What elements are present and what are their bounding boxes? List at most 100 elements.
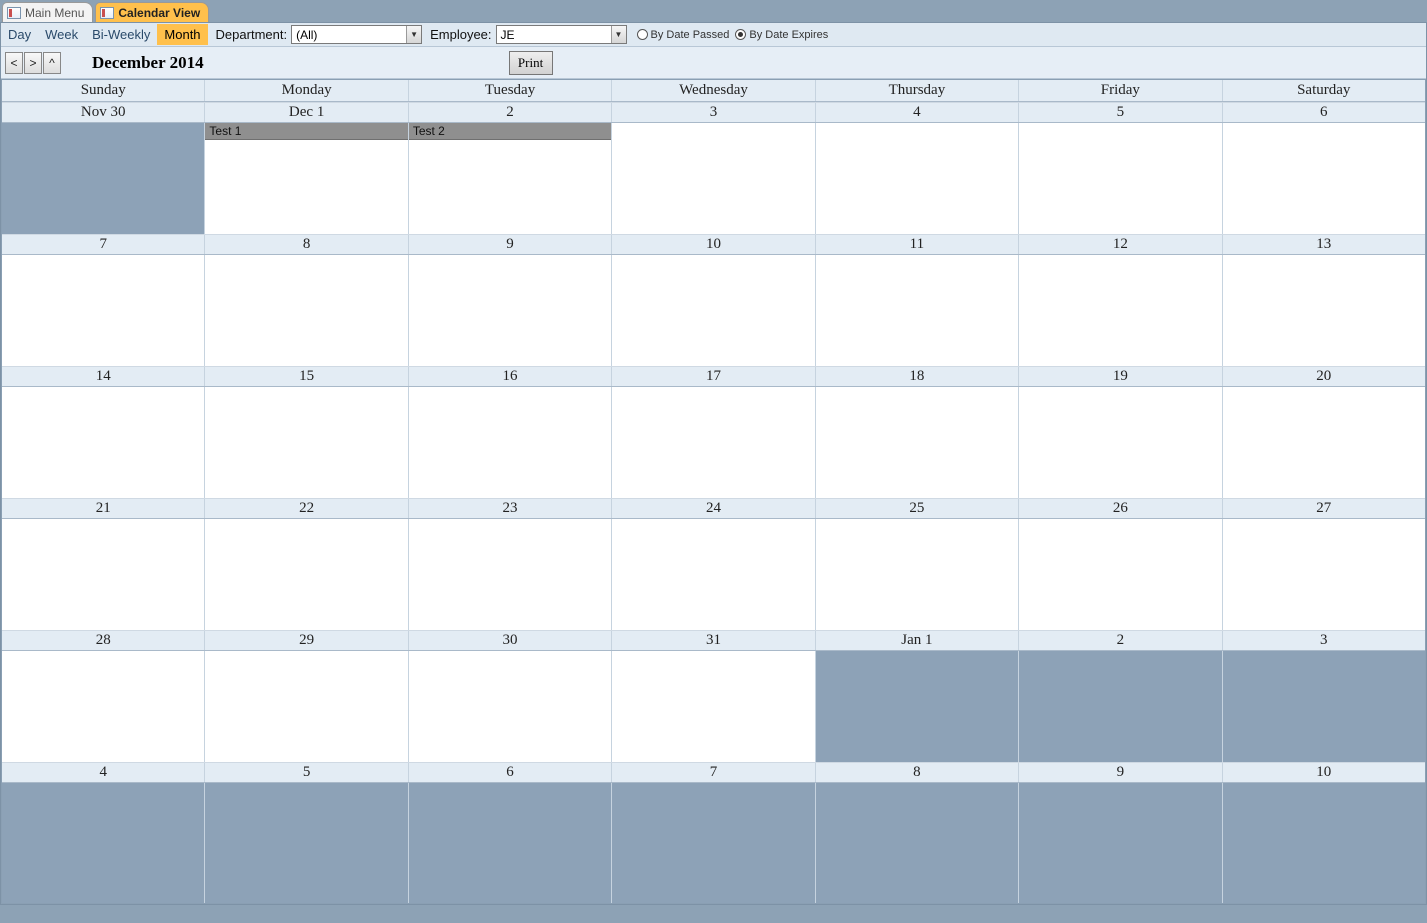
- date-header-cell[interactable]: 6: [1223, 103, 1425, 122]
- day-cell[interactable]: Test 1: [205, 123, 408, 234]
- date-header-cell[interactable]: Nov 30: [2, 103, 205, 122]
- day-cell[interactable]: [1019, 255, 1222, 366]
- day-cell[interactable]: [205, 783, 408, 903]
- date-header-cell[interactable]: 8: [205, 235, 408, 254]
- date-header-cell[interactable]: 12: [1019, 235, 1222, 254]
- day-cell[interactable]: [816, 651, 1019, 762]
- print-button[interactable]: Print: [509, 51, 553, 75]
- date-header-cell[interactable]: 9: [409, 235, 612, 254]
- day-cell[interactable]: [2, 255, 205, 366]
- day-cell[interactable]: [2, 387, 205, 498]
- day-cell[interactable]: [205, 255, 408, 366]
- date-header-cell[interactable]: 31: [612, 631, 815, 650]
- day-cell[interactable]: [1223, 387, 1425, 498]
- date-header-cell[interactable]: 10: [1223, 763, 1425, 782]
- date-header-cell[interactable]: 17: [612, 367, 815, 386]
- date-header-cell[interactable]: 6: [409, 763, 612, 782]
- day-cell[interactable]: [205, 519, 408, 630]
- date-header-cell[interactable]: 30: [409, 631, 612, 650]
- day-cell[interactable]: [409, 651, 612, 762]
- date-header-cell[interactable]: 4: [2, 763, 205, 782]
- view-biweekly-button[interactable]: Bi-Weekly: [85, 24, 157, 45]
- day-cell[interactable]: [2, 783, 205, 903]
- day-cell[interactable]: [612, 651, 815, 762]
- date-header-cell[interactable]: 15: [205, 367, 408, 386]
- day-cell[interactable]: [1019, 519, 1222, 630]
- date-header-cell[interactable]: 7: [2, 235, 205, 254]
- radio-by-date-expires[interactable]: [735, 29, 746, 40]
- date-header-cell[interactable]: 7: [612, 763, 815, 782]
- date-header-cell[interactable]: 9: [1019, 763, 1222, 782]
- date-header-cell[interactable]: 29: [205, 631, 408, 650]
- date-header-cell[interactable]: 27: [1223, 499, 1425, 518]
- date-header-cell[interactable]: 23: [409, 499, 612, 518]
- day-cell[interactable]: [2, 519, 205, 630]
- radio-by-date-passed[interactable]: [637, 29, 648, 40]
- day-cell[interactable]: [612, 255, 815, 366]
- day-cell[interactable]: [1019, 123, 1222, 234]
- day-cell[interactable]: [205, 651, 408, 762]
- day-cell[interactable]: [1223, 255, 1425, 366]
- date-header-cell[interactable]: Jan 1: [816, 631, 1019, 650]
- date-header-cell[interactable]: 5: [205, 763, 408, 782]
- today-button[interactable]: ^: [43, 52, 61, 74]
- day-cell[interactable]: [1223, 651, 1425, 762]
- date-header-cell[interactable]: 24: [612, 499, 815, 518]
- date-header-cell[interactable]: 21: [2, 499, 205, 518]
- view-month-button[interactable]: Month: [157, 24, 207, 45]
- tab-main-menu[interactable]: Main Menu: [2, 2, 93, 22]
- date-header-cell[interactable]: 2: [409, 103, 612, 122]
- day-cell[interactable]: [409, 783, 612, 903]
- date-header-cell[interactable]: 13: [1223, 235, 1425, 254]
- day-cell[interactable]: [612, 783, 815, 903]
- date-header-cell[interactable]: 3: [1223, 631, 1425, 650]
- department-combo[interactable]: (All) ▼: [291, 25, 422, 44]
- date-header-cell[interactable]: Dec 1: [205, 103, 408, 122]
- day-cell[interactable]: [2, 651, 205, 762]
- day-cell[interactable]: [409, 255, 612, 366]
- date-header-cell[interactable]: 18: [816, 367, 1019, 386]
- day-cell[interactable]: [409, 519, 612, 630]
- employee-combo[interactable]: JE ▼: [496, 25, 627, 44]
- date-header-cell[interactable]: 4: [816, 103, 1019, 122]
- date-header-cell[interactable]: 28: [2, 631, 205, 650]
- view-day-button[interactable]: Day: [1, 24, 38, 45]
- date-header-cell[interactable]: 5: [1019, 103, 1222, 122]
- day-cell[interactable]: [1223, 519, 1425, 630]
- date-header-cell[interactable]: 19: [1019, 367, 1222, 386]
- day-cell[interactable]: [816, 783, 1019, 903]
- day-cell[interactable]: [1019, 783, 1222, 903]
- day-cell[interactable]: [1019, 651, 1222, 762]
- day-cell[interactable]: [612, 123, 815, 234]
- date-header-cell[interactable]: 11: [816, 235, 1019, 254]
- day-cell[interactable]: [409, 387, 612, 498]
- date-header-cell[interactable]: 26: [1019, 499, 1222, 518]
- tab-calendar-view[interactable]: Calendar View: [95, 2, 209, 22]
- date-header-cell[interactable]: 20: [1223, 367, 1425, 386]
- date-header-cell[interactable]: 8: [816, 763, 1019, 782]
- day-cell[interactable]: Test 2: [409, 123, 612, 234]
- date-header-cell[interactable]: 2: [1019, 631, 1222, 650]
- day-cell[interactable]: [2, 123, 205, 234]
- day-cell[interactable]: [816, 519, 1019, 630]
- day-cell[interactable]: [612, 387, 815, 498]
- view-week-button[interactable]: Week: [38, 24, 85, 45]
- day-cell[interactable]: [1223, 123, 1425, 234]
- date-header-cell[interactable]: 3: [612, 103, 815, 122]
- day-cell[interactable]: [816, 255, 1019, 366]
- day-cell[interactable]: [1223, 783, 1425, 903]
- day-cell[interactable]: [205, 387, 408, 498]
- prev-month-button[interactable]: <: [5, 52, 23, 74]
- date-header-cell[interactable]: 14: [2, 367, 205, 386]
- date-header-cell[interactable]: 10: [612, 235, 815, 254]
- day-cell[interactable]: [816, 123, 1019, 234]
- date-header-cell[interactable]: 22: [205, 499, 408, 518]
- calendar-event[interactable]: Test 2: [409, 123, 611, 140]
- next-month-button[interactable]: >: [24, 52, 42, 74]
- date-header-cell[interactable]: 16: [409, 367, 612, 386]
- calendar-event[interactable]: Test 1: [205, 123, 407, 140]
- day-cell[interactable]: [816, 387, 1019, 498]
- date-header-cell[interactable]: 25: [816, 499, 1019, 518]
- day-cell[interactable]: [612, 519, 815, 630]
- day-cell[interactable]: [1019, 387, 1222, 498]
